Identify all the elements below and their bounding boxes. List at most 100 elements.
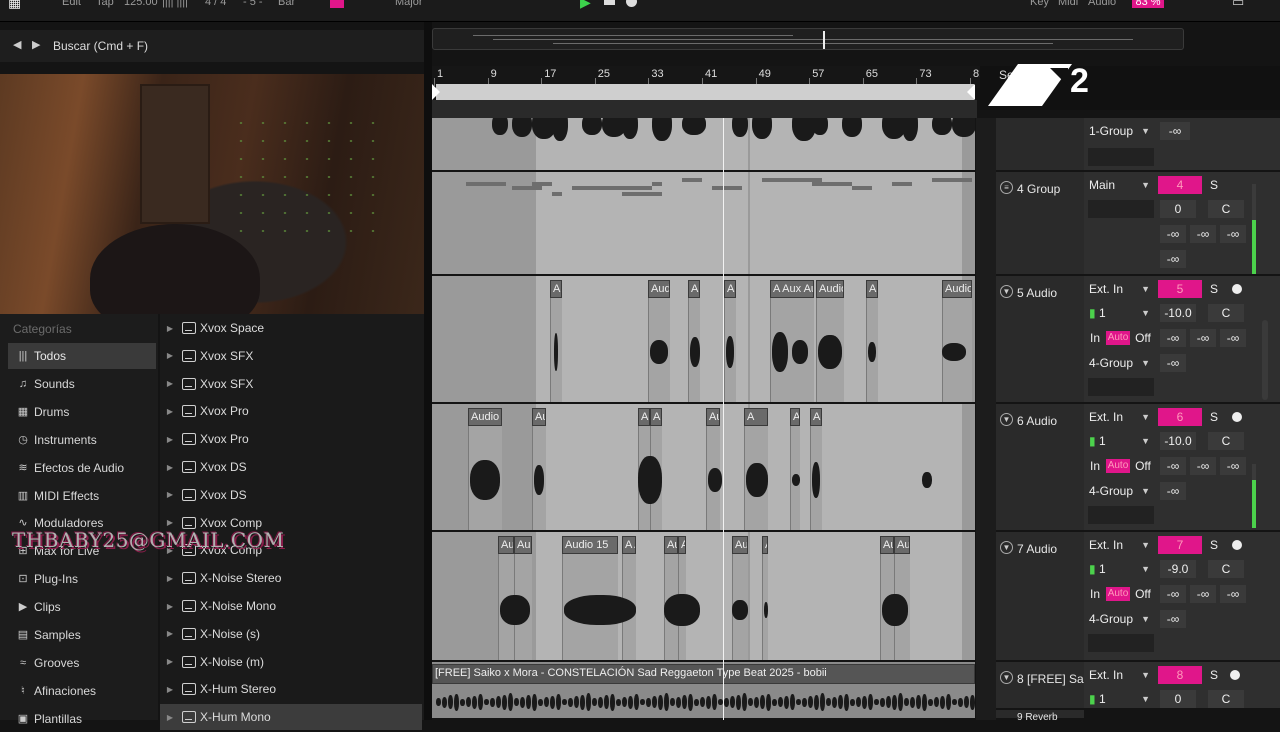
solo-button[interactable]: S — [1206, 666, 1222, 684]
audio-button[interactable]: Audio — [1088, 0, 1116, 8]
track-name[interactable]: 6 Audio — [1017, 414, 1057, 428]
track-activator-button[interactable]: 5 — [1158, 280, 1202, 298]
monitor-in-button[interactable]: In — [1088, 457, 1102, 475]
record-arm-toggle[interactable] — [330, 0, 344, 8]
category-midi-effects[interactable]: ▥ MIDI Effects — [8, 483, 156, 509]
clip-header[interactable]: Au — [790, 408, 800, 426]
clip-header[interactable]: Au — [550, 280, 562, 298]
clip-header[interactable]: Audi — [664, 536, 678, 554]
expand-arrow-icon[interactable]: ▶ — [162, 713, 178, 722]
track-activator-button[interactable]: 8 — [1158, 666, 1202, 684]
category-grooves[interactable]: ≈ Grooves — [8, 650, 156, 676]
output-volume-field[interactable]: -∞ — [1160, 610, 1186, 628]
monitor-in-button[interactable]: In — [1088, 329, 1102, 347]
clip-header[interactable]: A — [650, 408, 662, 426]
channel-dropdown[interactable]: ▮ 1 ▼ — [1088, 432, 1152, 450]
quantize-field[interactable]: - 5 - — [243, 0, 263, 8]
browser-file-item[interactable]: ▶ X-Hum Mono — [160, 704, 422, 731]
pan-field[interactable]: C — [1208, 200, 1244, 218]
send-c[interactable]: -∞ — [1220, 329, 1246, 347]
output-route-dropdown[interactable]: 4-Group ▼ — [1088, 610, 1152, 628]
app-menu-icon[interactable]: ▦ — [8, 0, 21, 11]
clip-header[interactable]: Au — [532, 408, 546, 426]
browser-file-item[interactable]: ▶ Xvox SFX — [160, 343, 422, 369]
expand-arrow-icon[interactable]: ▶ — [162, 518, 178, 527]
clip-header[interactable]: Audio 15 — [562, 536, 618, 554]
volume-field[interactable]: -10.0 — [1160, 432, 1196, 450]
solo-button[interactable]: S — [1206, 280, 1222, 298]
send-a[interactable]: -∞ — [1160, 585, 1186, 603]
browser-file-item[interactable]: ▶ X-Noise (s) — [160, 621, 422, 647]
category-efectos-de-audio[interactable]: ≋ Efectos de Audio — [8, 455, 156, 481]
clip-header[interactable]: Au — [810, 408, 822, 426]
category-samples[interactable]: ▤ Samples — [8, 622, 156, 648]
arm-icon[interactable] — [1232, 412, 1242, 422]
monitor-off-button[interactable]: Off — [1132, 585, 1154, 603]
fold-icon[interactable]: ▼ — [1000, 671, 1013, 684]
category-plantillas[interactable]: ▣ Plantillas — [8, 706, 156, 732]
pan-field[interactable]: C — [1208, 690, 1244, 708]
browser-file-item[interactable]: ▶ X-Noise (m) — [160, 649, 422, 675]
solo-button[interactable]: S — [1206, 176, 1222, 194]
track-header-6[interactable]: ▼ 6 Audio — [996, 404, 1084, 532]
search-input[interactable]: Buscar (Cmd + F) — [53, 39, 148, 53]
track-activator-button[interactable]: 4 — [1158, 176, 1202, 194]
send-c[interactable]: -∞ — [1220, 585, 1246, 603]
clip-header[interactable]: A A — [622, 536, 636, 554]
channel-dropdown[interactable]: ▮ 1 ▼ — [1088, 304, 1152, 322]
browser-file-item[interactable]: ▶ Xvox Pro — [160, 426, 422, 452]
browser-file-item[interactable]: ▶ Xvox SFX — [160, 371, 422, 397]
window-icon[interactable]: ▭ — [1232, 0, 1244, 10]
stop-icon[interactable] — [604, 0, 615, 5]
output-route-dropdown[interactable]: Main ▼ — [1088, 176, 1152, 194]
expand-arrow-icon[interactable]: ▶ — [162, 602, 178, 611]
channel-dropdown[interactable]: ▮ 1 ▼ — [1088, 560, 1152, 578]
bar-field[interactable]: Bar — [278, 0, 295, 8]
clip-header[interactable]: A — [744, 408, 768, 426]
track-name[interactable]: 7 Audio — [1017, 542, 1057, 556]
track-lane-7[interactable]: AuAucAudio 15A AAudiAAuAAuAu — [432, 532, 975, 662]
clip-header[interactable]: Au — [724, 280, 736, 298]
clip-header[interactable]: Au — [880, 536, 894, 554]
arrow-right-icon[interactable]: ▶ — [32, 38, 40, 51]
track-header-8[interactable]: ▼ 8 [FREE] Saiko — [996, 662, 1099, 710]
output-volume-field[interactable]: -∞ — [1160, 354, 1186, 372]
volume-field[interactable]: 0 — [1160, 200, 1196, 218]
solo-button[interactable]: S — [1206, 536, 1222, 554]
expand-arrow-icon[interactable]: ▶ — [162, 351, 178, 360]
loop-start-marker[interactable] — [432, 84, 440, 100]
monitor-in-button[interactable]: In — [1088, 585, 1102, 603]
send-b[interactable]: -∞ — [1190, 329, 1216, 347]
input-dropdown[interactable]: Ext. In ▼ — [1088, 666, 1152, 684]
clip-header[interactable]: Au — [732, 536, 748, 554]
loop-end-marker[interactable] — [967, 84, 975, 100]
monitor-auto-button[interactable]: Auto — [1106, 459, 1130, 473]
midi-button[interactable]: Midi — [1058, 0, 1078, 8]
browser-file-item[interactable]: ▶ X-Noise Mono — [160, 593, 422, 619]
clip-header[interactable]: Audi — [648, 280, 670, 298]
record-icon[interactable] — [626, 0, 637, 7]
browser-file-item[interactable]: ▶ X-Noise Stereo — [160, 565, 422, 591]
expand-arrow-icon[interactable]: ▶ — [162, 407, 178, 416]
expand-arrow-icon[interactable]: ▶ — [162, 574, 178, 583]
monitor-auto-button[interactable]: Auto — [1106, 331, 1130, 345]
pan-field[interactable]: C — [1208, 304, 1244, 322]
channel-dropdown[interactable]: ▮ 1 ▼ — [1088, 690, 1152, 708]
clip-header[interactable]: Audi — [706, 408, 720, 426]
browser-file-item[interactable]: ▶ Xvox DS — [160, 482, 422, 508]
track-lane-3[interactable] — [432, 118, 975, 172]
clip-header[interactable]: Audio — [942, 280, 972, 298]
solo-button[interactable]: S — [1206, 408, 1222, 426]
clip-header[interactable]: A A — [638, 408, 650, 426]
expand-arrow-icon[interactable]: ▶ — [162, 379, 178, 388]
clip-header[interactable]: [FREE] Saiko x Mora - CONSTELACIÓN Sad R… — [432, 664, 975, 684]
monitor-off-button[interactable]: Off — [1132, 329, 1154, 347]
fold-icon[interactable]: ▼ — [1000, 541, 1013, 554]
clip-header[interactable]: A Aux Aux — [770, 280, 814, 298]
track-header-5[interactable]: ▼ 5 Audio — [996, 276, 1084, 404]
input-dropdown[interactable]: Ext. In ▼ — [1088, 536, 1152, 554]
category-sounds[interactable]: ♫ Sounds — [8, 371, 156, 397]
track-lane-5[interactable]: AuAudiAuAuA Aux AuxAudioAuAudio — [432, 276, 975, 404]
expand-arrow-icon[interactable]: ▶ — [162, 490, 178, 499]
play-icon[interactable]: ▶ — [580, 0, 591, 11]
